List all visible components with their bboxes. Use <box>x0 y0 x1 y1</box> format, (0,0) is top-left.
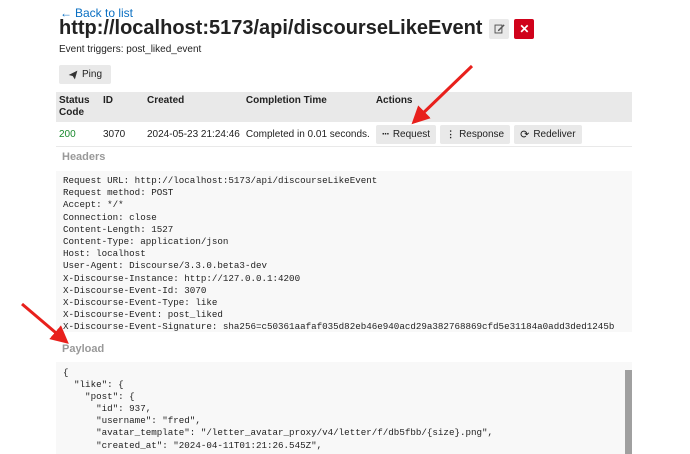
payload-label: Payload <box>62 343 105 355</box>
header-id: ID <box>100 92 144 122</box>
page-title: http://localhost:5173/api/discourseLikeE… <box>59 17 483 39</box>
ellipsis-h-icon: ··· <box>381 128 390 140</box>
completion-time-cell: Completed in 0.01 seconds. <box>242 122 373 147</box>
headers-line: Content-Type: application/json <box>63 235 229 247</box>
event-triggers: Event triggers: post_liked_event <box>59 44 202 55</box>
payload-line: "id": 937, <box>63 403 152 415</box>
delete-button[interactable]: ✕ <box>514 18 535 39</box>
headers-line: X-Discourse-Event-Type: like <box>63 296 218 308</box>
id-cell: 3070 <box>100 122 144 147</box>
request-label: Request <box>392 128 431 140</box>
payload-line: { <box>63 367 69 378</box>
request-button[interactable]: ··· Request <box>375 124 437 144</box>
headers-line: User-Agent: Discourse/3.3.0.beta3-dev <box>63 260 267 272</box>
response-button[interactable]: ⋮ Response <box>440 124 511 144</box>
headers-label: Headers <box>62 151 106 163</box>
headers-line: X-Discourse-Event: post_liked <box>63 309 223 321</box>
table-row: 200 3070 2024-05-23 21:24:46 Completed i… <box>56 122 632 147</box>
ellipsis-v-icon: ⋮ <box>446 128 456 139</box>
header-created: Created <box>144 92 243 122</box>
created-cell: 2024-05-23 21:24:46 <box>144 122 243 147</box>
payload-line: "post": { <box>63 391 135 403</box>
redeliver-button[interactable]: ⟳ Redeliver <box>514 124 582 144</box>
paper-plane-icon <box>68 70 78 79</box>
payload-scrollbar[interactable] <box>625 370 632 454</box>
pencil-icon <box>494 24 505 34</box>
events-table: Status Code ID Created Completion Time A… <box>56 92 632 147</box>
ping-button[interactable]: Ping <box>59 65 112 84</box>
header-completion-time: Completion Time <box>242 92 373 122</box>
response-label: Response <box>459 128 505 140</box>
payload-line: "like": { <box>63 379 124 391</box>
redeliver-label: Redeliver <box>533 128 576 140</box>
times-icon: ✕ <box>519 21 530 36</box>
headers-line: X-Discourse-Event-Id: 3070 <box>63 284 207 296</box>
status-code-cell: 200 <box>56 122 100 147</box>
headers-line: Request URL: http://localhost:5173/api/d… <box>63 175 378 186</box>
headers-line: Host: localhost <box>63 248 146 260</box>
payload-code-block: { "like": { "post": { "id": 937, "userna… <box>56 362 632 454</box>
header-status-label: Status Code <box>59 95 90 118</box>
headers-line: X-Discourse-Instance: http://127.0.0.1:4… <box>63 272 301 284</box>
headers-line: X-Discourse-Event-Signature: sha256=c503… <box>63 321 615 333</box>
table-header-row: Status Code ID Created Completion Time A… <box>56 92 632 122</box>
title-row: http://localhost:5173/api/discourseLikeE… <box>59 17 535 40</box>
headers-line: Connection: close <box>63 211 157 223</box>
actions-cell: ··· Request ⋮ Response ⟳ Redeliver <box>372 122 632 147</box>
headers-code-block: Request URL: http://localhost:5173/api/d… <box>56 171 632 332</box>
ping-label: Ping <box>82 69 103 80</box>
sync-icon: ⟳ <box>520 128 530 141</box>
header-status-code: Status Code <box>56 92 100 122</box>
payload-line: "username": "fred", <box>63 415 201 427</box>
payload-line: "avatar_template": "/letter_avatar_proxy… <box>63 427 494 439</box>
payload-line: "created_at": "2024-04-11T01:21:26.545Z"… <box>63 439 323 451</box>
headers-line: Content-Length: 1527 <box>63 223 174 235</box>
headers-line: Accept: */* <box>63 199 124 211</box>
headers-line: Request method: POST <box>63 187 174 199</box>
header-actions: Actions <box>372 92 632 122</box>
edit-button[interactable] <box>489 18 510 39</box>
